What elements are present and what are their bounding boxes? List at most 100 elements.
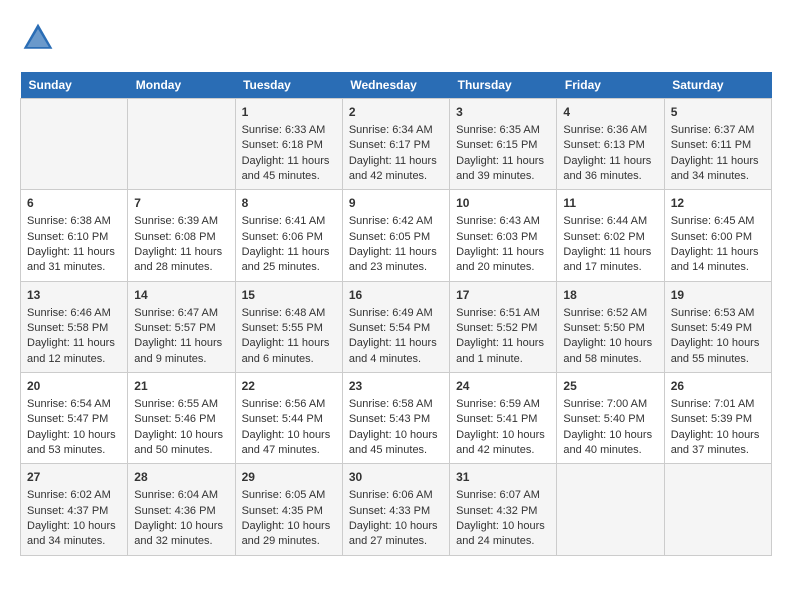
day-info: Sunrise: 6:41 AM [242,214,336,229]
day-info: Daylight: 10 hours and 37 minutes. [671,428,765,459]
day-info: Sunset: 6:17 PM [349,138,443,153]
day-number: 18 [563,287,657,304]
day-header-friday: Friday [557,72,664,99]
day-info: Daylight: 11 hours and 45 minutes. [242,154,336,185]
day-number: 29 [242,469,336,486]
day-info: Daylight: 10 hours and 47 minutes. [242,428,336,459]
calendar-cell [557,464,664,555]
day-info: Sunset: 5:40 PM [563,412,657,427]
calendar-cell: 1Sunrise: 6:33 AMSunset: 6:18 PMDaylight… [235,99,342,190]
calendar-cell: 18Sunrise: 6:52 AMSunset: 5:50 PMDayligh… [557,281,664,372]
day-info: Sunset: 6:00 PM [671,230,765,245]
day-number: 24 [456,378,550,395]
calendar-cell: 10Sunrise: 6:43 AMSunset: 6:03 PMDayligh… [450,190,557,281]
day-info: Sunrise: 6:34 AM [349,123,443,138]
day-header-sunday: Sunday [21,72,128,99]
day-info: Daylight: 10 hours and 58 minutes. [563,336,657,367]
day-info: Daylight: 11 hours and 20 minutes. [456,245,550,276]
calendar-cell: 16Sunrise: 6:49 AMSunset: 5:54 PMDayligh… [342,281,449,372]
day-info: Sunset: 6:11 PM [671,138,765,153]
day-info: Sunrise: 6:46 AM [27,306,121,321]
day-info: Sunset: 5:57 PM [134,321,228,336]
day-info: Sunrise: 7:00 AM [563,397,657,412]
day-info: Daylight: 11 hours and 39 minutes. [456,154,550,185]
day-info: Sunrise: 6:58 AM [349,397,443,412]
day-info: Sunrise: 6:54 AM [27,397,121,412]
day-number: 21 [134,378,228,395]
day-number: 20 [27,378,121,395]
calendar-cell: 22Sunrise: 6:56 AMSunset: 5:44 PMDayligh… [235,373,342,464]
day-number: 27 [27,469,121,486]
calendar-cell: 14 Sunrise: 6:47 AMSunset: 5:57 PMDayligh… [128,281,235,372]
day-info: Sunrise: 6:05 AM [242,488,336,503]
day-info: Daylight: 11 hours and 31 minutes. [27,245,121,276]
calendar-week-row: 13 Sunrise: 6:46 AMSunset: 5:58 PM Dayligh… [21,281,772,372]
calendar-cell: 23Sunrise: 6:58 AMSunset: 5:43 PMDayligh… [342,373,449,464]
day-header-tuesday: Tuesday [235,72,342,99]
day-info: Sunrise: 6:39 AM [134,214,228,229]
day-info: Sunset: 6:02 PM [563,230,657,245]
day-info: Daylight: 10 hours and 29 minutes. [242,519,336,550]
day-info: Sunrise: 6:06 AM [349,488,443,503]
day-info: Sunrise: 6:45 AM [671,214,765,229]
calendar-cell: 8Sunrise: 6:41 AMSunset: 6:06 PMDaylight… [235,190,342,281]
calendar-cell: 29 Sunrise: 6:05 AMSunset: 4:35 PMDayligh… [235,464,342,555]
day-info: Sunrise: 6:35 AM [456,123,550,138]
calendar-cell [664,464,771,555]
day-info: Sunrise: 6:48 AM [242,306,336,321]
day-info: Sunrise: 6:56 AM [242,397,336,412]
calendar-cell: 25 Sunrise: 7:00 AMSunset: 5:40 PMDayligh… [557,373,664,464]
day-number: 7 [134,195,228,212]
day-info: Sunset: 4:32 PM [456,504,550,519]
calendar-week-row: 6Sunrise: 6:38 AMSunset: 6:10 PMDaylight… [21,190,772,281]
day-number: 19 [671,287,765,304]
day-header-monday: Monday [128,72,235,99]
calendar-cell: 27Sunrise: 6:02 AMSunset: 4:37 PMDayligh… [21,464,128,555]
day-info: Sunset: 6:15 PM [456,138,550,153]
day-number: 23 [349,378,443,395]
day-info: Sunrise: 6:47 AM [134,306,228,321]
day-number: 10 [456,195,550,212]
day-header-thursday: Thursday [450,72,557,99]
day-info: Sunset: 6:05 PM [349,230,443,245]
day-info: Sunset: 4:33 PM [349,504,443,519]
logo-icon [20,20,56,56]
day-info: Sunset: 6:10 PM [27,230,121,245]
day-info: Daylight: 10 hours and 55 minutes. [671,336,765,367]
day-number: 13 [27,287,121,304]
day-info: Sunset: 6:18 PM [242,138,336,153]
day-info: Daylight: 11 hours and 36 minutes. [563,154,657,185]
day-info: Sunrise: 6:59 AM [456,397,550,412]
calendar-cell: 5Sunrise: 6:37 AMSunset: 6:11 PMDaylight… [664,99,771,190]
day-info: Sunset: 6:06 PM [242,230,336,245]
day-info: Sunset: 5:47 PM [27,412,121,427]
day-info: Daylight: 11 hours and 25 minutes. [242,245,336,276]
day-info: Sunset: 6:13 PM [563,138,657,153]
day-number: 14 [134,287,228,304]
day-info: Sunrise: 6:04 AM [134,488,228,503]
day-info: Sunset: 5:39 PM [671,412,765,427]
calendar-cell: 11Sunrise: 6:44 AMSunset: 6:02 PMDayligh… [557,190,664,281]
day-info: Daylight: 10 hours and 40 minutes. [563,428,657,459]
day-info: Sunset: 5:58 PM [27,321,121,336]
day-info: Sunset: 5:50 PM [563,321,657,336]
day-number: 16 [349,287,443,304]
day-info: Daylight: 11 hours and 9 minutes. [134,336,228,367]
calendar-cell: 12Sunrise: 6:45 AMSunset: 6:00 PMDayligh… [664,190,771,281]
day-info: Sunset: 5:55 PM [242,321,336,336]
day-info: Sunset: 4:35 PM [242,504,336,519]
day-number: 11 [563,195,657,212]
day-number: 31 [456,469,550,486]
day-number: 17 [456,287,550,304]
day-number: 30 [349,469,443,486]
calendar-cell: 28Sunrise: 6:04 AMSunset: 4:36 PMDayligh… [128,464,235,555]
day-info: Sunset: 5:43 PM [349,412,443,427]
day-number: 2 [349,104,443,121]
day-info: Sunrise: 6:43 AM [456,214,550,229]
calendar-cell: 21Sunrise: 6:55 AMSunset: 5:46 PMDayligh… [128,373,235,464]
calendar-cell: 3Sunrise: 6:35 AMSunset: 6:15 PMDaylight… [450,99,557,190]
calendar-cell: 24Sunrise: 6:59 AMSunset: 5:41 PMDayligh… [450,373,557,464]
day-number: 25 [563,378,657,395]
calendar-cell: 6Sunrise: 6:38 AMSunset: 6:10 PMDaylight… [21,190,128,281]
day-header-saturday: Saturday [664,72,771,99]
